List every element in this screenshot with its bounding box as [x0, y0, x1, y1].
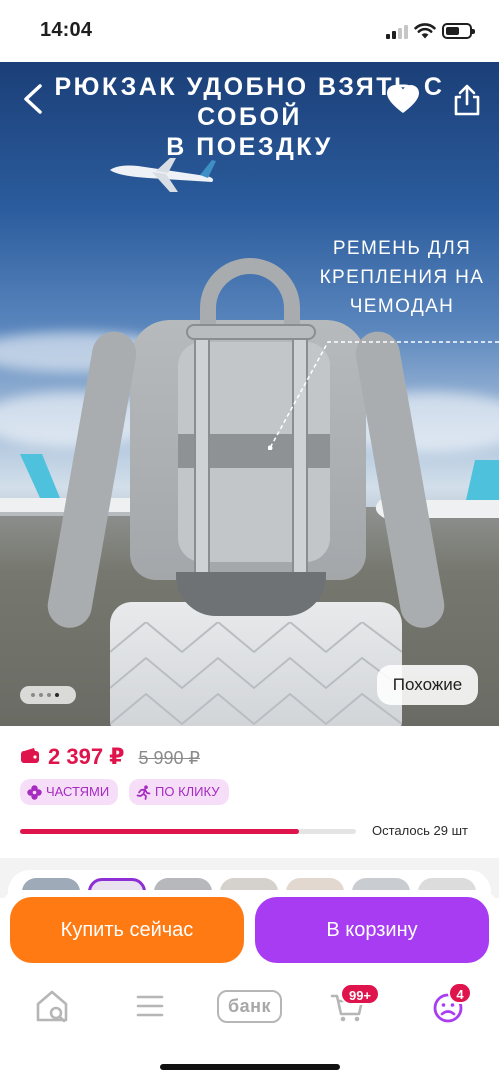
trolley-handle-top	[186, 324, 316, 340]
purchase-actions: Купить сейчас В корзину	[0, 890, 499, 970]
status-time: 14:04	[40, 19, 93, 41]
hero-title-line-2: в поездку	[166, 133, 333, 161]
home-indicator	[160, 1064, 340, 1070]
tag-installments-label: ЧАСТЯМИ	[46, 784, 110, 799]
running-person-icon	[136, 785, 151, 800]
flower-icon	[27, 785, 42, 800]
tag-one-click[interactable]: ПО КЛИКУ	[129, 779, 229, 805]
trolley-base	[176, 572, 326, 616]
annotation-pointer	[268, 341, 499, 450]
catalog-menu-icon[interactable]	[130, 988, 170, 1024]
profile-notification-badge: 4	[448, 982, 472, 1004]
add-to-cart-button[interactable]: В корзину	[255, 897, 489, 963]
price-old: 5 990 ₽	[138, 748, 200, 768]
hero-title: рюкзак удобно взять с собой в поездку	[0, 72, 499, 162]
strap-annotation: ремень для крепления на чемодан	[319, 238, 485, 317]
battery-icon	[442, 23, 475, 39]
image-pager-dots	[20, 686, 76, 704]
suitcase-pattern	[110, 622, 402, 726]
product-info: 2 397 ₽ 5 990 ₽ ЧАСТЯМИ ПО КЛИКУ Осталос…	[0, 726, 499, 858]
price-current: 2 397 ₽	[48, 744, 125, 769]
cellular-signal-icon	[386, 25, 408, 39]
status-bar: 14:04	[0, 0, 499, 62]
heart-icon[interactable]	[386, 84, 420, 114]
home-search-icon[interactable]	[32, 988, 72, 1024]
product-image-carousel[interactable]: рюкзак удобно взять с собой в поездку ре…	[0, 62, 499, 726]
buy-now-button[interactable]: Купить сейчас	[10, 897, 244, 963]
bottom-tab-bar: банк 99+ 4	[0, 970, 499, 1080]
hero-title-line-1: рюкзак удобно взять с собой	[54, 73, 445, 131]
stock-progress-fill	[20, 829, 299, 834]
stock-progress-bar	[20, 829, 356, 834]
bank-tab[interactable]: банк	[217, 990, 282, 1023]
tag-one-click-label: ПО КЛИКУ	[155, 784, 220, 799]
share-icon[interactable]	[452, 84, 482, 116]
cart-count-badge: 99+	[340, 983, 380, 1005]
stock-remaining: Осталось 29 шт	[372, 823, 468, 838]
chevron-left-icon[interactable]	[20, 82, 46, 116]
trolley-handle-left	[194, 330, 210, 606]
price-row: 2 397 ₽ 5 990 ₽	[20, 744, 200, 770]
tag-installments[interactable]: ЧАСТЯМИ	[20, 779, 119, 805]
similar-products-button[interactable]: Похожие	[377, 665, 478, 705]
wallet-icon	[21, 748, 39, 763]
wifi-icon	[414, 23, 436, 39]
